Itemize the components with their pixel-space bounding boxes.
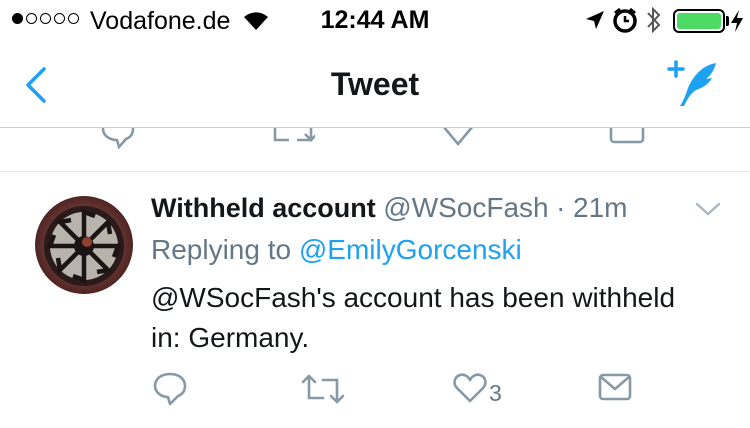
retweet-icon[interactable] <box>271 128 315 150</box>
battery-icon <box>673 9 725 33</box>
battery-cap <box>726 16 729 26</box>
bluetooth-icon <box>647 6 661 34</box>
retweet-icon[interactable] <box>301 370 345 408</box>
reply-icon[interactable] <box>152 370 188 408</box>
alarm-clock-icon <box>613 7 637 33</box>
tweet-text: @WSocFash's account has been withheld in… <box>151 282 676 353</box>
replying-to-label: Replying to <box>151 234 292 265</box>
chevron-down-icon[interactable] <box>694 200 722 218</box>
share-icon[interactable] <box>597 370 633 404</box>
replying-to-handle[interactable]: @EmilyGorcenski <box>299 234 522 265</box>
reply-icon[interactable] <box>100 128 136 150</box>
battery-level <box>677 13 721 29</box>
like-icon[interactable] <box>440 128 476 150</box>
replying-to: Replying to @EmilyGorcenski <box>151 234 522 266</box>
tweet-action-bar <box>0 370 750 410</box>
display-name[interactable]: Withheld account <box>151 193 376 223</box>
like-count: 3 <box>489 380 502 406</box>
like-icon[interactable] <box>452 370 488 406</box>
header-separator: · <box>556 192 566 223</box>
previous-tweet-action-bar <box>0 128 750 172</box>
location-arrow-icon <box>586 11 604 29</box>
navigation-bar: Tweet <box>0 40 750 128</box>
share-icon[interactable] <box>608 128 646 150</box>
charging-bolt-icon <box>731 10 743 32</box>
tweet-timestamp: 21m <box>573 192 628 223</box>
status-bar: Vodafone.de 12:44 AM <box>0 0 750 40</box>
compose-tweet-icon[interactable] <box>666 58 724 110</box>
avatar-image <box>35 196 133 294</box>
avatar[interactable] <box>35 196 133 294</box>
tweet[interactable]: Withheld account @WSocFash · 21m Replyin… <box>0 172 750 428</box>
user-handle[interactable]: @WSocFash <box>383 192 548 223</box>
tweet-header: Withheld account @WSocFash · 21m <box>151 192 627 224</box>
page-title: Tweet <box>330 66 420 102</box>
